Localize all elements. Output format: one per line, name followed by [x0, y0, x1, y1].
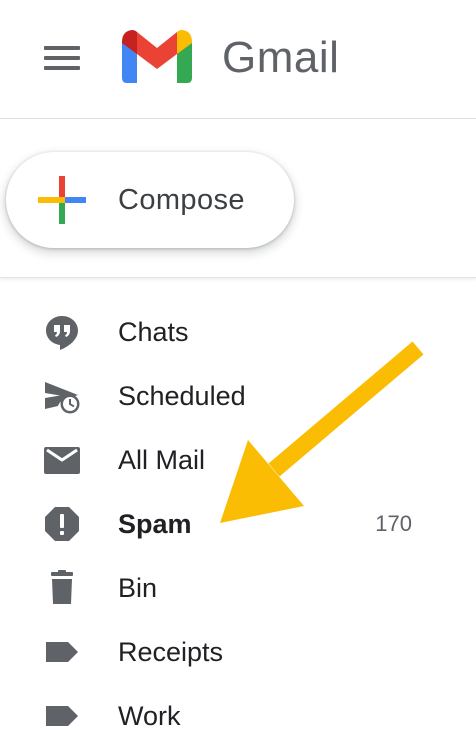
nav-item-work[interactable]: Work	[0, 684, 476, 748]
nav-item-label: Bin	[118, 573, 158, 603]
nav-item-chats[interactable]: Chats	[0, 300, 476, 364]
nav-item-label: All Mail	[118, 445, 206, 475]
compose-area: Compose	[0, 119, 476, 278]
unread-count: 170	[375, 511, 412, 536]
trash-can-icon	[51, 570, 73, 604]
compose-button[interactable]: Compose	[6, 152, 294, 248]
colorful-plus-icon	[38, 176, 86, 224]
nav-item-label: Chats	[118, 317, 189, 347]
gmail-logo-icon[interactable]	[120, 28, 194, 84]
nav-item-all-mail[interactable]: All Mail	[0, 428, 476, 492]
nav-item-receipts[interactable]: Receipts	[0, 620, 476, 684]
nav-item-label: Scheduled	[118, 381, 246, 411]
scheduled-send-icon	[45, 382, 80, 414]
app-header: Gmail	[0, 0, 476, 119]
nav-item-label: Spam	[118, 509, 192, 539]
label-tag-icon	[46, 706, 78, 726]
nav-item-bin[interactable]: Bin	[0, 556, 476, 620]
nav-item-scheduled[interactable]: Scheduled	[0, 364, 476, 428]
nav-item-label: Work	[118, 701, 181, 731]
folder-nav-list: Chats Scheduled All Mail Spam 170 Bin Re…	[0, 300, 476, 748]
nav-item-spam[interactable]: Spam 170	[0, 492, 476, 556]
compose-label: Compose	[118, 184, 245, 216]
spam-warning-icon	[45, 507, 79, 541]
gmail-sidebar-app: Gmail Compose Chats Scheduled All Mail S…	[0, 0, 476, 756]
chat-bubble-icon	[46, 316, 78, 350]
hamburger-menu-icon[interactable]	[44, 46, 80, 70]
nav-item-label: Receipts	[118, 637, 224, 667]
label-tag-icon	[46, 642, 78, 662]
app-title: Gmail	[222, 33, 340, 82]
envelope-icon	[44, 447, 80, 474]
